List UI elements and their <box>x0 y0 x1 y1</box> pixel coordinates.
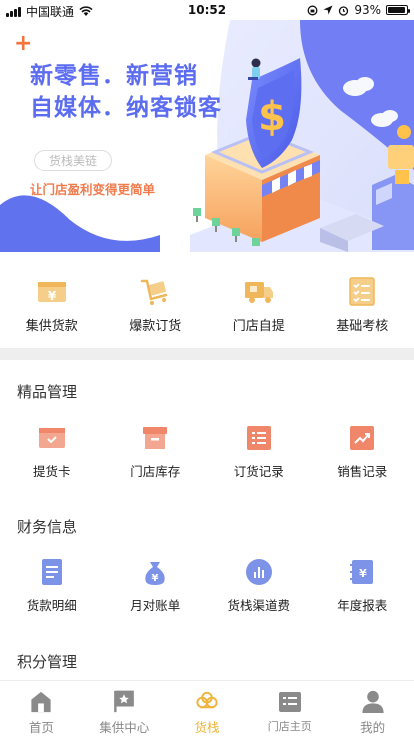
quick-action-pickup[interactable]: 门店自提 <box>207 252 311 346</box>
money-bag-icon: ¥ <box>145 562 165 585</box>
grid-item-annual-report[interactable]: ¥ 年度报表 <box>311 558 414 614</box>
tab-warehouse[interactable]: 货栈 <box>166 681 249 736</box>
card-icon <box>38 428 65 448</box>
grid-item-store-stock[interactable]: 门店库存 <box>104 424 208 480</box>
section-title-points: 积分管理 <box>17 653 78 671</box>
section-title-finance: 财务信息 <box>17 518 78 536</box>
tab-home[interactable]: 首页 <box>0 681 83 736</box>
battery-percent: 93% <box>354 3 381 17</box>
grid-item-label: 货款明细 <box>26 598 77 613</box>
list-icon <box>246 426 271 450</box>
grid-item-label: 销售记录 <box>337 464 388 479</box>
quick-action-label: 基础考核 <box>336 319 389 334</box>
banner-headline-1: 新零售．新营销 <box>30 63 198 89</box>
quick-action-label: 爆款订货 <box>129 319 182 334</box>
quick-action-assessment[interactable]: 基础考核 <box>311 252 414 346</box>
battery-fill <box>388 7 405 13</box>
section-divider <box>0 348 414 360</box>
location-icon <box>323 5 333 15</box>
finance-grid: 货款明细 ¥ 月对账单 货栈渠道费 ¥ 年度报表 <box>0 558 414 614</box>
quick-actions: ¥ 集供货款 爆款订货 门店自提 基础考核 <box>0 252 414 346</box>
cart-icon <box>141 279 168 305</box>
grid-item-label: 提货卡 <box>32 464 71 479</box>
grid-item-payment-details[interactable]: 货款明细 <box>0 558 104 614</box>
document-icon <box>41 559 62 585</box>
quick-action-order[interactable]: 爆款订货 <box>104 252 208 346</box>
tab-mine[interactable]: 我的 <box>331 681 414 736</box>
banner-tagline: 让门店盈利变得更简单 <box>30 182 156 197</box>
svg-text:¥: ¥ <box>152 573 159 584</box>
cloud-icon <box>196 691 218 709</box>
svg-text:¥: ¥ <box>48 289 57 303</box>
banner-chip: 货栈美链 <box>34 150 113 171</box>
grid-item-label: 月对账单 <box>130 598 181 613</box>
lock-rotation-icon <box>307 5 318 15</box>
star-flag-icon <box>114 690 135 713</box>
truck-icon <box>244 282 273 303</box>
premium-grid: 提货卡 门店库存 订货记录 销售记录 <box>0 424 414 480</box>
tab-store-page[interactable]: 门店主页 <box>248 681 331 736</box>
promo-banner[interactable]: $ + 新零售．新营销 自媒体．纳客锁客 货栈美链 让门店盈利变得更简单 <box>0 20 414 252</box>
grid-item-label: 订货记录 <box>233 464 284 479</box>
quick-action-label: 集供货款 <box>25 319 78 334</box>
banner-headline-2: 自媒体．纳客锁客 <box>30 95 222 121</box>
battery-icon <box>386 5 410 15</box>
svg-text:¥: ¥ <box>359 567 367 580</box>
trend-icon <box>350 426 375 450</box>
tab-label: 集供中心 <box>99 720 150 735</box>
alarm-icon <box>339 5 349 16</box>
home-icon <box>31 691 52 713</box>
tab-label: 首页 <box>28 720 54 735</box>
tab-supply-center[interactable]: 集供中心 <box>83 681 166 736</box>
grid-item-label: 货栈渠道费 <box>227 598 290 613</box>
money-icon: ¥ <box>37 282 66 303</box>
chart-circle-icon <box>245 559 272 585</box>
ledger-icon: ¥ <box>350 560 374 584</box>
quick-action-label: 门店自提 <box>232 319 285 334</box>
status-bar: 中国联通 10:52 93% <box>0 0 414 20</box>
svg-text:$: $ <box>258 94 286 140</box>
bottom-tab-bar: 首页 集供中心 货栈 门店主页 我的 <box>0 680 414 736</box>
quick-action-payment[interactable]: ¥ 集供货款 <box>0 252 104 346</box>
grid-item-order-records[interactable]: 订货记录 <box>207 424 311 480</box>
grid-item-pickup-card[interactable]: 提货卡 <box>0 424 104 480</box>
grid-item-channel-fee[interactable]: 货栈渠道费 <box>207 558 311 614</box>
status-right: 93% <box>307 3 410 17</box>
grid-item-label: 年度报表 <box>337 598 388 613</box>
banner-text: 新零售．新营销 自媒体．纳客锁客 货栈美链 让门店盈利变得更简单 <box>30 60 222 198</box>
grid-item-sales-records[interactable]: 销售记录 <box>311 424 414 480</box>
grid-item-monthly-statement[interactable]: ¥ 月对账单 <box>104 558 208 614</box>
tab-label: 我的 <box>360 720 386 735</box>
box-icon <box>143 427 168 449</box>
tab-label: 门店主页 <box>267 720 312 733</box>
tab-label: 货栈 <box>194 720 220 735</box>
store-page-icon <box>278 692 301 712</box>
plus-icon: + <box>14 31 33 56</box>
user-icon <box>362 690 384 714</box>
section-title-premium: 精品管理 <box>17 383 78 401</box>
checklist-icon <box>349 277 375 306</box>
grid-item-label: 门店库存 <box>130 464 181 479</box>
